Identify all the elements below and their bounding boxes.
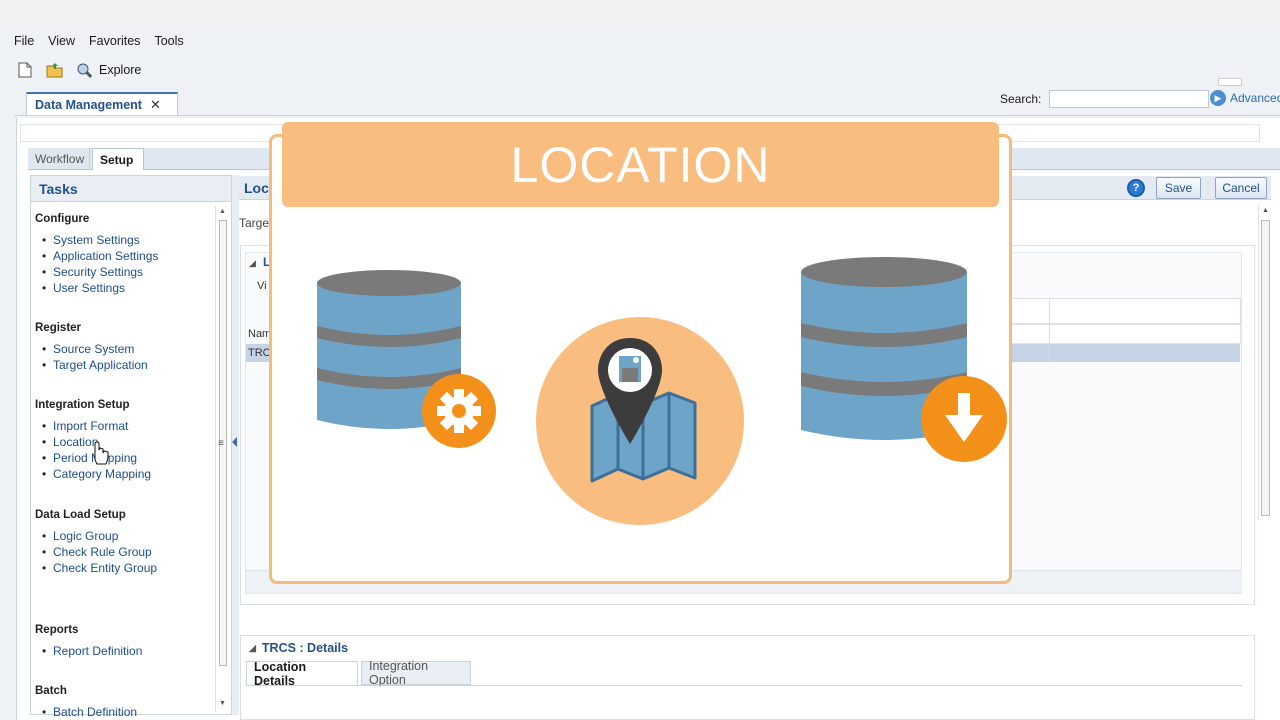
gear-icon bbox=[422, 374, 496, 448]
overlay-illustration bbox=[94, 257, 1007, 525]
download-arrow-icon bbox=[921, 376, 1007, 462]
hand-cursor-icon bbox=[94, 441, 109, 465]
